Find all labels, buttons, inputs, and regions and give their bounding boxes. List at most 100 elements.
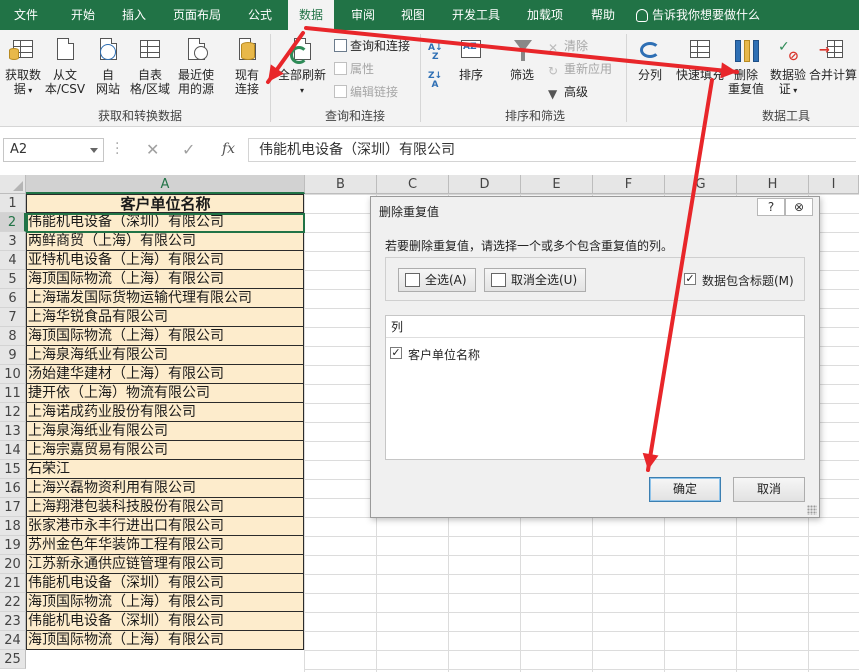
table-cell[interactable]: 苏州金色年华装饰工程有限公司: [26, 536, 304, 555]
sort-ascending-button[interactable]: A↓ Z Z↓ A: [426, 44, 450, 100]
ok-button[interactable]: 确定: [649, 477, 721, 502]
column-header[interactable]: D: [449, 175, 521, 194]
row-header[interactable]: 1: [0, 194, 26, 213]
properties-button[interactable]: 属性: [334, 61, 374, 77]
advanced-filter-button[interactable]: ▼ 高级: [548, 84, 588, 101]
table-cell[interactable]: 张家港市永丰行进出口有限公司: [26, 517, 304, 536]
column-header[interactable]: I: [809, 175, 859, 194]
refresh-all-button[interactable]: 全部刷新 ▾: [274, 36, 330, 98]
flash-fill-button[interactable]: 快速填充: [672, 36, 728, 82]
tab-formulas[interactable]: 公式: [236, 0, 284, 30]
row-header[interactable]: 8: [0, 327, 26, 346]
table-cell[interactable]: 捷开依（上海）物流有限公司: [26, 384, 304, 403]
splitter-handle[interactable]: · · ·: [115, 137, 119, 161]
table-cell[interactable]: 上海泉海纸业有限公司: [26, 422, 304, 441]
row-header[interactable]: 3: [0, 232, 26, 251]
table-cell[interactable]: 上海翔港包装科技股份有限公司: [26, 498, 304, 517]
row-header[interactable]: 23: [0, 612, 26, 631]
column-header[interactable]: B: [305, 175, 377, 194]
column-header[interactable]: F: [593, 175, 665, 194]
row-header[interactable]: 4: [0, 251, 26, 270]
header-cell[interactable]: 客户单位名称: [26, 194, 304, 213]
row-header[interactable]: 14: [0, 441, 26, 460]
table-cell[interactable]: 上海兴磊物资利用有限公司: [26, 479, 304, 498]
column-header[interactable]: G: [665, 175, 737, 194]
tab-file[interactable]: 文件: [6, 0, 46, 30]
sort-button[interactable]: AZ 排序: [452, 36, 490, 82]
unselect-all-button[interactable]: 取消全选(U): [484, 268, 587, 292]
queries-connections-button[interactable]: 查询和连接: [334, 38, 410, 54]
edit-links-button[interactable]: 编辑链接: [334, 84, 398, 100]
row-header[interactable]: 10: [0, 365, 26, 384]
tab-home[interactable]: 开始: [58, 0, 108, 30]
tab-addins[interactable]: 加载项: [518, 0, 572, 30]
tab-view[interactable]: 视图: [390, 0, 436, 30]
table-cell[interactable]: 上海华锐食品有限公司: [26, 308, 304, 327]
row-header[interactable]: 18: [0, 517, 26, 536]
chevron-down-icon[interactable]: [90, 148, 98, 153]
table-cell[interactable]: 伟能机电设备（深圳）有限公司: [26, 612, 304, 631]
remove-duplicates-button[interactable]: 删除 重复值: [726, 36, 766, 96]
tab-help[interactable]: 帮助: [582, 0, 624, 30]
formula-input[interactable]: 伟能机电设备（深圳）有限公司: [248, 138, 856, 162]
select-all-corner[interactable]: [0, 175, 26, 194]
table-cell[interactable]: 汤始建华建材（上海）有限公司: [26, 365, 304, 384]
cancel-button[interactable]: 取消: [733, 477, 805, 502]
get-data-button[interactable]: 获取数 据 ▾: [3, 36, 43, 98]
row-header[interactable]: 13: [0, 422, 26, 441]
table-cell[interactable]: 上海泉海纸业有限公司: [26, 346, 304, 365]
column-header[interactable]: C: [377, 175, 449, 194]
row-header[interactable]: 15: [0, 460, 26, 479]
tab-developer[interactable]: 开发工具: [444, 0, 508, 30]
table-cell[interactable]: 上海瑞发国际货物运输代理有限公司: [26, 289, 304, 308]
table-cell[interactable]: 上海诺成药业股份有限公司: [26, 403, 304, 422]
table-cell[interactable]: 两鲜商贸（上海）有限公司: [26, 232, 304, 251]
row-header[interactable]: 20: [0, 555, 26, 574]
reapply-button[interactable]: ↻ 重新应用: [548, 61, 612, 78]
column-header[interactable]: E: [521, 175, 593, 194]
from-web-button[interactable]: 自 网站: [90, 36, 126, 96]
column-header[interactable]: H: [737, 175, 809, 194]
from-text-csv-button[interactable]: 从文 本/CSV: [44, 36, 86, 96]
help-icon[interactable]: ?: [757, 198, 785, 216]
table-cell[interactable]: 亚特机电设备（上海）有限公司: [26, 251, 304, 270]
insert-function-icon[interactable]: fx: [222, 141, 235, 157]
row-header[interactable]: 6: [0, 289, 26, 308]
consolidate-button[interactable]: → 合并计算: [808, 36, 858, 82]
row-header[interactable]: 11: [0, 384, 26, 403]
existing-connections-button[interactable]: 现有 连接: [228, 36, 266, 96]
row-header[interactable]: 22: [0, 593, 26, 612]
row-header[interactable]: 19: [0, 536, 26, 555]
cancel-entry-icon[interactable]: ✕: [146, 141, 159, 159]
column-header[interactable]: A: [26, 175, 305, 194]
confirm-entry-icon[interactable]: ✓: [182, 141, 195, 159]
row-header[interactable]: 2: [0, 213, 26, 232]
resize-grip[interactable]: [807, 505, 817, 515]
tab-insert[interactable]: 插入: [110, 0, 158, 30]
table-cell[interactable]: 伟能机电设备（深圳）有限公司: [26, 574, 304, 593]
text-to-columns-button[interactable]: 分列: [632, 36, 668, 82]
has-headers-checkbox[interactable]: ✓: [684, 273, 696, 285]
tab-page-layout[interactable]: 页面布局: [162, 0, 232, 30]
table-cell[interactable]: 上海宗嘉贸易有限公司: [26, 441, 304, 460]
table-cell[interactable]: 海顶国际物流（上海）有限公司: [26, 270, 304, 289]
row-header[interactable]: 16: [0, 479, 26, 498]
close-icon[interactable]: ⊗: [785, 198, 813, 216]
table-cell[interactable]: 海顶国际物流（上海）有限公司: [26, 327, 304, 346]
column-checkbox[interactable]: ✓: [390, 347, 402, 359]
name-box[interactable]: A2: [3, 138, 104, 162]
row-header[interactable]: 25: [0, 650, 26, 669]
table-cell[interactable]: 海顶国际物流（上海）有限公司: [26, 631, 304, 650]
filter-button[interactable]: 筛选: [504, 36, 540, 82]
from-table-button[interactable]: 自表 格/区域: [128, 36, 172, 96]
table-cell[interactable]: 石荣江: [26, 460, 304, 479]
row-header[interactable]: 9: [0, 346, 26, 365]
tab-review[interactable]: 审阅: [340, 0, 386, 30]
row-header[interactable]: 5: [0, 270, 26, 289]
row-header[interactable]: 21: [0, 574, 26, 593]
row-header[interactable]: 24: [0, 631, 26, 650]
tell-me-search[interactable]: 告诉我你想要做什么: [636, 0, 776, 30]
clear-filter-button[interactable]: ✕ 清除: [548, 38, 588, 55]
table-cell[interactable]: 海顶国际物流（上海）有限公司: [26, 593, 304, 612]
table-cell[interactable]: 江苏新永通供应链管理有限公司: [26, 555, 304, 574]
